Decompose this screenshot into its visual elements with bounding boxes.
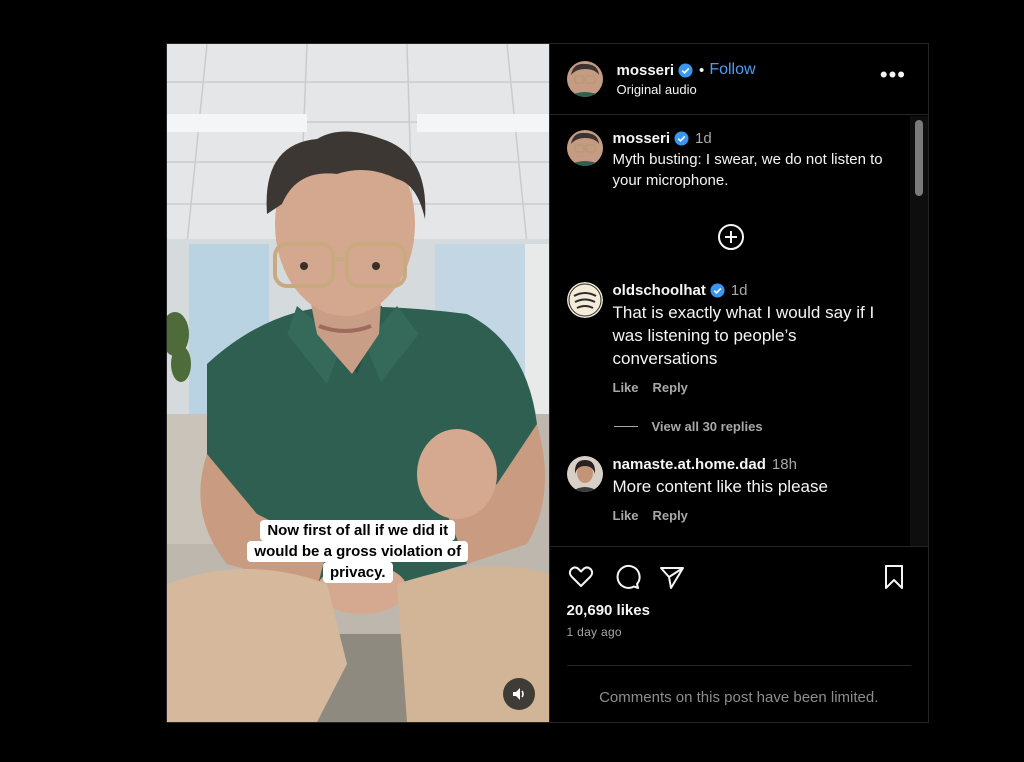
load-more-comments-icon[interactable] <box>717 223 745 251</box>
comment-text: More content like this please <box>612 477 828 496</box>
comment-text: That is exactly what I would say if I wa… <box>612 303 875 368</box>
post-footer: 20,690 likes 1 day ago Comments on this … <box>549 546 928 722</box>
like-comment-button[interactable]: Like <box>613 508 639 523</box>
view-replies-button[interactable]: View all 30 replies <box>613 419 763 434</box>
comments-scrollbar[interactable] <box>910 116 928 546</box>
comment-text: Myth busting: I swear, we do not listen … <box>612 151 883 189</box>
audio-label[interactable]: Original audio <box>617 82 756 97</box>
comment-time[interactable]: 1d <box>731 282 748 299</box>
bookmark-icon[interactable] <box>880 563 908 591</box>
list-item: oldschoolhat 1d That is exactly what I w… <box>566 282 903 395</box>
comment-username[interactable]: oldschoolhat <box>613 282 706 299</box>
video-caption: Now first of all if we did it would be a… <box>167 520 549 583</box>
verified-badge-icon <box>710 283 725 298</box>
header-username[interactable]: mosseri <box>617 62 675 79</box>
view-replies-label: View all 30 replies <box>651 419 763 434</box>
post-modal: Now first of all if we did it would be a… <box>166 43 929 723</box>
video-frame <box>167 44 549 722</box>
list-item: namaste.at.home.dad 18h More content lik… <box>566 456 903 523</box>
avatar[interactable] <box>566 130 603 166</box>
comment-username[interactable]: mosseri <box>613 130 671 147</box>
verified-badge-icon <box>678 62 693 78</box>
avatar[interactable] <box>566 61 603 97</box>
caption-line-3: privacy. <box>322 562 393 583</box>
speaker-icon <box>513 688 524 700</box>
reply-button[interactable]: Reply <box>653 380 688 395</box>
comments-list[interactable]: mosseri 1d Myth busting: I swear, we do … <box>550 116 912 546</box>
reel-video[interactable]: Now first of all if we did it would be a… <box>167 44 549 722</box>
share-icon[interactable] <box>658 563 686 591</box>
comment-time[interactable]: 18h <box>772 456 797 473</box>
likes-count[interactable]: 20,690 likes <box>567 602 650 619</box>
heart-icon[interactable] <box>567 563 595 591</box>
post-date[interactable]: 1 day ago <box>567 625 622 639</box>
caption-comment: mosseri 1d Myth busting: I swear, we do … <box>566 130 903 191</box>
verified-badge-icon <box>674 131 689 146</box>
more-options-button[interactable]: ••• <box>880 64 906 86</box>
scrollbar-thumb[interactable] <box>915 120 923 196</box>
separator-dot: • <box>699 61 705 79</box>
post-header: mosseri • Follow Original audio ••• <box>549 44 928 115</box>
action-bar <box>567 563 909 591</box>
follow-button[interactable]: Follow <box>709 61 755 79</box>
caption-line-1: Now first of all if we did it <box>260 520 456 541</box>
avatar[interactable] <box>566 456 603 492</box>
comment-icon[interactable] <box>613 563 641 591</box>
caption-line-2: would be a gross violation of <box>247 541 469 562</box>
comment-time[interactable]: 1d <box>695 130 712 147</box>
post-panel: mosseri • Follow Original audio ••• moss… <box>548 44 928 722</box>
comments-limited-notice: Comments on this post have been limited. <box>599 689 879 706</box>
mute-button[interactable] <box>503 678 535 710</box>
divider <box>566 665 911 666</box>
reply-button[interactable]: Reply <box>653 508 688 523</box>
avatar[interactable] <box>566 282 603 318</box>
comment-username[interactable]: namaste.at.home.dad <box>613 456 766 473</box>
like-comment-button[interactable]: Like <box>613 380 639 395</box>
divider <box>613 426 638 427</box>
